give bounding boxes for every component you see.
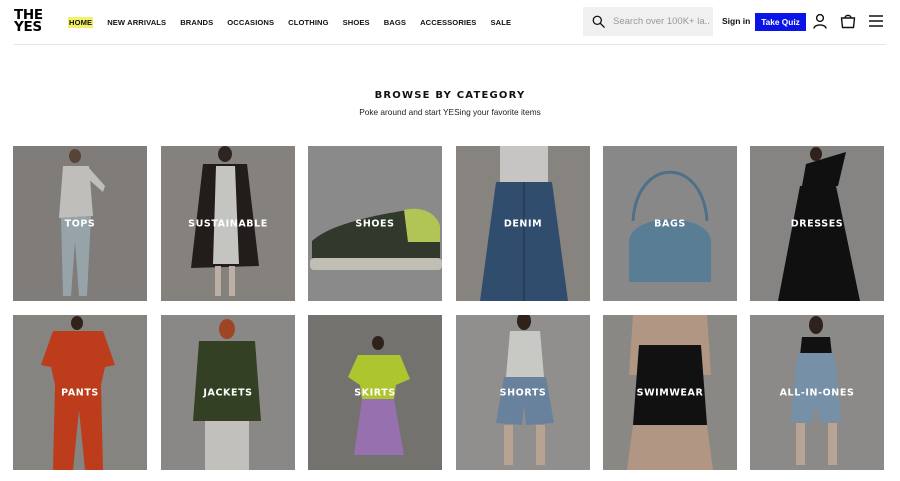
category-tile-pants[interactable]: PANTS bbox=[13, 315, 147, 470]
nav-home[interactable]: HOME bbox=[68, 16, 94, 28]
site-header: THE YES HOME NEW ARRIVALS BRANDS OCCASIO… bbox=[0, 0, 900, 44]
category-tile-shoes[interactable]: SHOES bbox=[308, 146, 442, 301]
category-label: PANTS bbox=[61, 387, 99, 398]
take-quiz-button[interactable]: Take Quiz bbox=[755, 13, 806, 31]
category-label: JACKETS bbox=[203, 387, 253, 398]
search-input[interactable] bbox=[613, 16, 709, 27]
category-tile-shorts[interactable]: SHORTS bbox=[456, 315, 590, 470]
nav-clothing[interactable]: CLOTHING bbox=[288, 18, 328, 27]
section-subtitle: Poke around and start YESing your favori… bbox=[359, 107, 541, 117]
category-label: SHOES bbox=[355, 218, 395, 229]
main-nav: HOME NEW ARRIVALS BRANDS OCCASIONS CLOTH… bbox=[68, 0, 525, 44]
nav-accessories[interactable]: ACCESSORIES bbox=[420, 18, 476, 27]
category-tile-skirts[interactable]: SKIRTS bbox=[308, 315, 442, 470]
logo[interactable]: THE YES bbox=[14, 8, 54, 35]
category-label: SHORTS bbox=[499, 387, 547, 398]
category-tile-bags[interactable]: BAGS bbox=[603, 146, 737, 301]
category-tile-dresses[interactable]: DRESSES bbox=[750, 146, 884, 301]
category-label: ALL-IN-ONES bbox=[779, 387, 855, 398]
category-label: DRESSES bbox=[790, 218, 844, 229]
category-tile-denim[interactable]: DENIM bbox=[456, 146, 590, 301]
category-label: SWIMWEAR bbox=[636, 387, 704, 398]
header-divider bbox=[14, 44, 886, 45]
section-title: BROWSE BY CATEGORY bbox=[374, 90, 526, 101]
nav-sale[interactable]: SALE bbox=[490, 18, 511, 27]
category-label: SKIRTS bbox=[354, 387, 396, 398]
logo-line-2: YES bbox=[14, 19, 42, 35]
category-tile-tops[interactable]: TOPS bbox=[13, 146, 147, 301]
category-label: DENIM bbox=[503, 218, 543, 229]
category-tile-swimwear[interactable]: SWIMWEAR bbox=[603, 315, 737, 470]
nav-brands[interactable]: BRANDS bbox=[180, 18, 213, 27]
category-label: TOPS bbox=[64, 218, 96, 229]
nav-shoes[interactable]: SHOES bbox=[343, 18, 370, 27]
category-tile-all-in-ones[interactable]: ALL-IN-ONES bbox=[750, 315, 884, 470]
user-icon[interactable] bbox=[812, 13, 828, 29]
sign-in-link[interactable]: Sign in bbox=[722, 16, 750, 26]
category-tile-jackets[interactable]: JACKETS bbox=[161, 315, 295, 470]
category-label: SUSTAINABLE bbox=[188, 218, 268, 229]
bag-icon[interactable] bbox=[840, 13, 856, 29]
nav-new-arrivals[interactable]: NEW ARRIVALS bbox=[107, 18, 166, 27]
nav-bags[interactable]: BAGS bbox=[384, 18, 406, 27]
nav-occasions[interactable]: OCCASIONS bbox=[227, 18, 274, 27]
search-box[interactable] bbox=[583, 7, 713, 36]
menu-icon[interactable] bbox=[868, 13, 884, 29]
category-label: BAGS bbox=[654, 218, 686, 229]
search-icon[interactable] bbox=[592, 15, 605, 28]
category-tile-sustainable[interactable]: SUSTAINABLE bbox=[161, 146, 295, 301]
